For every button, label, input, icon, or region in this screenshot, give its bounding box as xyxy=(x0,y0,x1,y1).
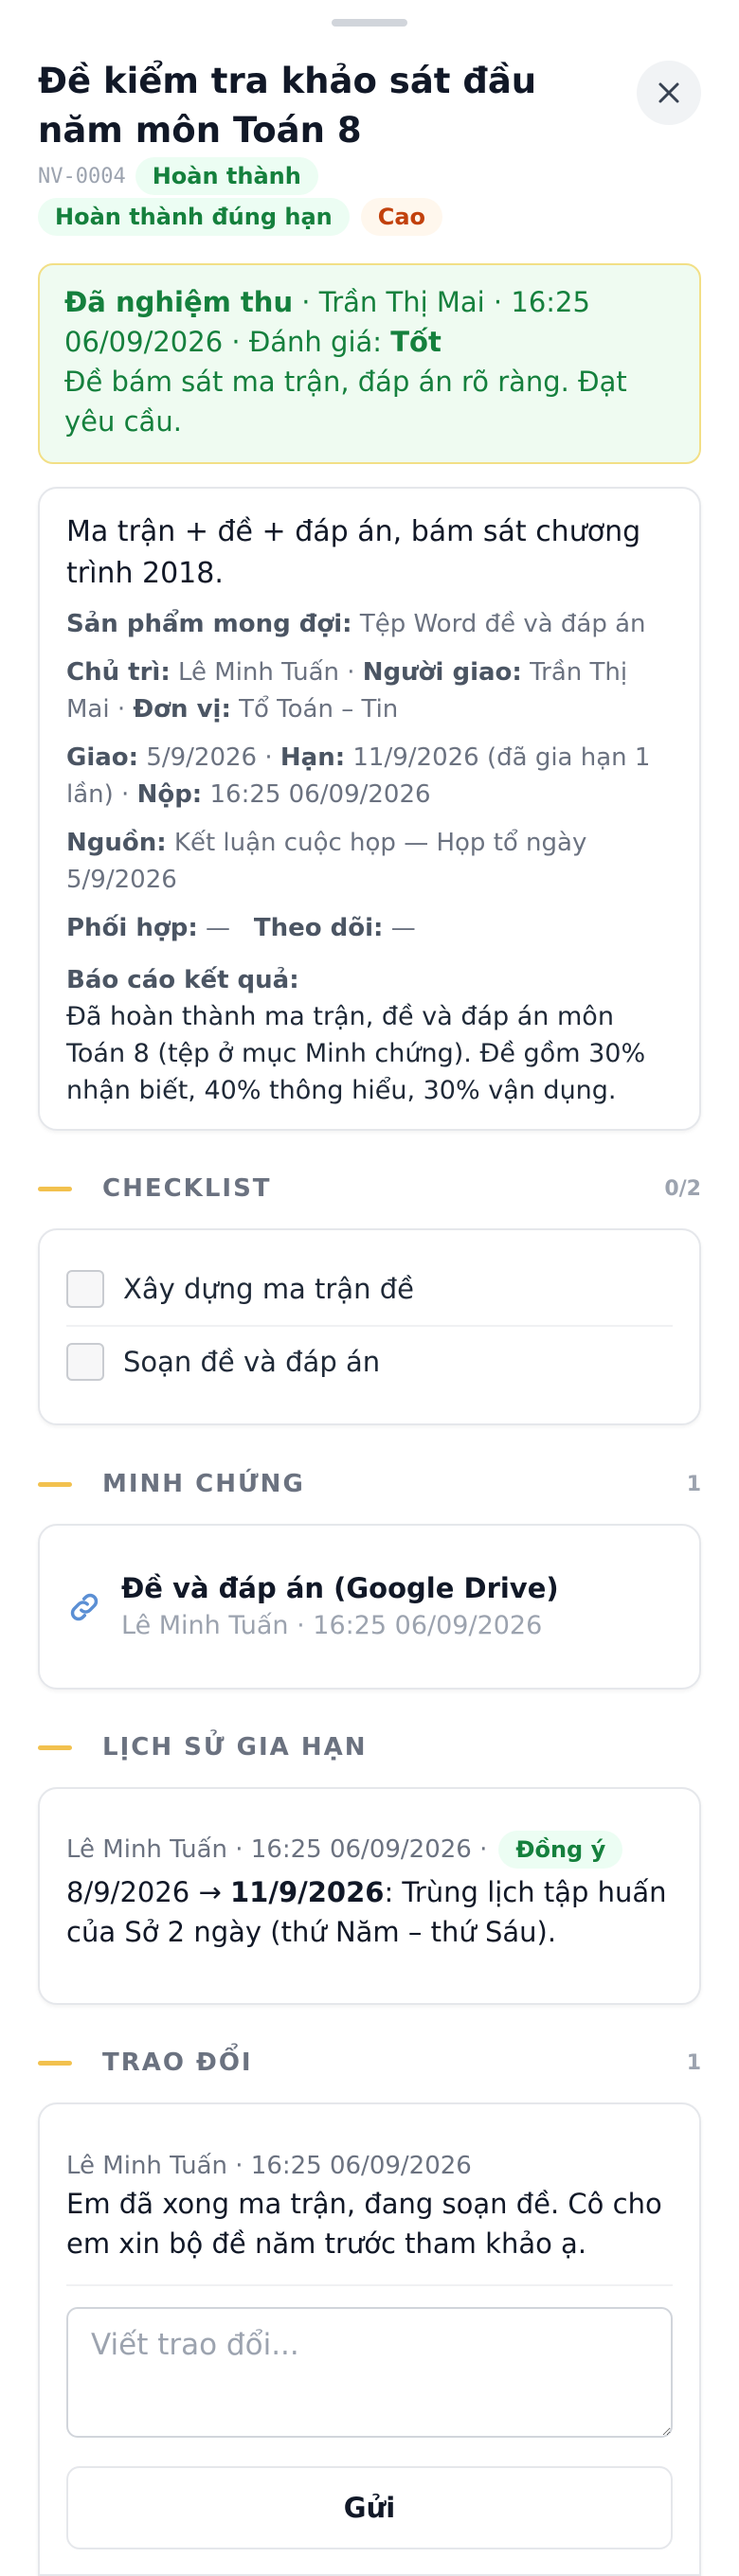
task-title: Đề kiểm tra khảo sát đầu năm môn Toán 8 xyxy=(38,61,537,151)
section-accent-bar xyxy=(38,1186,72,1191)
link-icon xyxy=(70,1593,99,1620)
checklist-item-label: Xây dựng ma trận đề xyxy=(123,1273,414,1305)
checklist-section-header: CHECKLIST 0/2 xyxy=(38,1174,701,1203)
comment-input[interactable] xyxy=(66,2307,673,2438)
rating-value: Tốt xyxy=(390,326,442,358)
message-text: Em đã xong ma trận, đang soạn đề. Cô cho… xyxy=(66,2188,662,2260)
checklist-item-label: Soạn đề và đáp án xyxy=(123,1346,381,1378)
message-meta: Lê Minh Tuấn · 16:25 06/09/2026 xyxy=(66,2152,472,2180)
checkbox[interactable] xyxy=(66,1343,104,1381)
drag-handle[interactable] xyxy=(332,19,407,27)
task-info-card: Ma trận + đề + đáp án, bám sát chương tr… xyxy=(38,487,701,1131)
section-title: CHECKLIST xyxy=(102,1174,272,1203)
send-button[interactable]: Gửi xyxy=(66,2466,673,2549)
task-detail-sheet: Đề kiểm tra khảo sát đầu năm môn Toán 8 … xyxy=(0,0,739,2576)
section-title: MINH CHỨNG xyxy=(102,1470,305,1498)
report-text: Đã hoàn thành ma trận, đề và đáp án môn … xyxy=(66,1002,646,1105)
unit-name: Tổ Toán – Tin xyxy=(239,695,399,724)
task-meta-badges: Hoàn thành đúng hạn Cao xyxy=(38,198,443,236)
checklist-card: Xây dựng ma trận đề Soạn đề và đáp án xyxy=(38,1228,701,1425)
collaborators-row: Phối hợp: — Theo dõi: — xyxy=(66,914,416,942)
close-icon xyxy=(658,82,679,103)
evidence-section-header: MINH CHỨNG 1 xyxy=(38,1470,701,1498)
evidence-meta: Lê Minh Tuấn · 16:25 06/09/2026 xyxy=(121,1610,543,1640)
evidence-card[interactable]: Đề và đáp án (Google Drive) Lê Minh Tuấn… xyxy=(38,1524,701,1690)
section-title: TRAO ĐỔI xyxy=(102,2048,253,2077)
timeliness-badge: Hoàn thành đúng hạn xyxy=(38,198,350,236)
section-accent-bar xyxy=(38,1744,72,1750)
acceptance-comment: Đề bám sát ma trận, đáp án rõ ràng. Đạt … xyxy=(64,366,627,438)
task-code: NV-0004 xyxy=(38,164,126,188)
task-description: Ma trận + đề + đáp án, bám sát chương tr… xyxy=(66,515,641,590)
expected-output-row: Sản phẩm mong đợi: Tệp Word đề và đáp án xyxy=(66,610,646,638)
checklist-item[interactable]: Xây dựng ma trận đề xyxy=(66,1253,673,1325)
owner-name: Lê Minh Tuấn xyxy=(177,658,339,687)
acceptance-by: Trần Thị Mai xyxy=(318,286,485,318)
dates-row: Giao: 5/9/2026 · Hạn: 11/9/2026 (đã gia … xyxy=(66,743,651,809)
checkbox[interactable] xyxy=(66,1270,104,1308)
status-badge: Hoàn thành xyxy=(135,157,318,195)
task-meta: NV-0004 Hoàn thành xyxy=(38,157,318,195)
section-count: 1 xyxy=(686,2050,701,2075)
section-accent-bar xyxy=(38,2060,72,2066)
evidence-item: Đề và đáp án (Google Drive) Lê Minh Tuấn… xyxy=(121,1569,559,1645)
acceptance-banner: Đã nghiệm thu · Trần Thị Mai · 16:25 06/… xyxy=(38,263,701,464)
extension-section-header: LỊCH SỬ GIA HẠN xyxy=(38,1733,701,1762)
section-accent-bar xyxy=(38,1481,72,1487)
section-title: LỊCH SỬ GIA HẠN xyxy=(102,1733,368,1762)
discussion-card: Lê Minh Tuấn · 16:25 06/09/2026 Em đã xo… xyxy=(38,2102,701,2576)
extension-status-badge: Đồng ý xyxy=(498,1831,623,1869)
priority-badge: Cao xyxy=(360,198,443,236)
people-row: Chủ trì: Lê Minh Tuấn · Người giao: Trần… xyxy=(66,658,628,724)
source-row: Nguồn: Kết luận cuộc họp — Họp tổ ngày 5… xyxy=(66,829,587,894)
extension-meta: Lê Minh Tuấn · 16:25 06/09/2026 · Đồng ý xyxy=(66,1831,673,1869)
discussion-section-header: TRAO ĐỔI 1 xyxy=(38,2048,701,2077)
section-count: 1 xyxy=(686,1472,701,1496)
checklist-item[interactable]: Soạn đề và đáp án xyxy=(66,1325,673,1397)
rating-label: Đánh giá: xyxy=(248,326,383,358)
extension-text: 8/9/2026 → 11/9/2026: Trùng lịch tập huấ… xyxy=(66,1876,667,1948)
report-heading: Báo cáo kết quả: xyxy=(66,966,299,994)
evidence-title[interactable]: Đề và đáp án (Google Drive) xyxy=(121,1569,559,1607)
divider xyxy=(66,2284,673,2286)
extension-history-card: Lê Minh Tuấn · 16:25 06/09/2026 · Đồng ý… xyxy=(38,1787,701,2005)
acceptance-label: Đã nghiệm thu xyxy=(64,286,294,318)
close-button[interactable] xyxy=(637,61,701,125)
section-count: 0/2 xyxy=(664,1176,701,1201)
